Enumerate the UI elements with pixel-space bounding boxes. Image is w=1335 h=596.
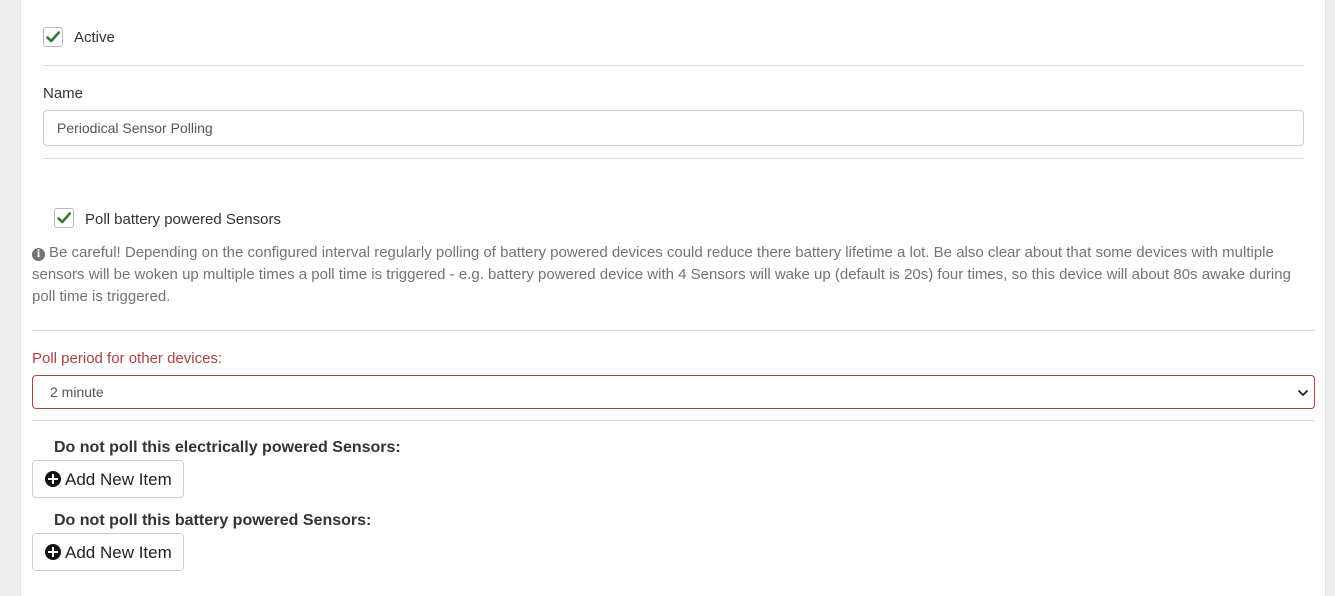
plus-circle-icon (45, 544, 61, 560)
poll-battery-label: Poll battery powered Sensors (85, 211, 281, 228)
name-label: Name (43, 85, 84, 102)
active-checkbox[interactable] (43, 27, 63, 47)
divider (43, 158, 1304, 159)
add-battery-item-label: Add New Item (65, 543, 172, 562)
poll-period-value: 2 minute (50, 384, 104, 400)
name-input-value: Periodical Sensor Polling (57, 120, 213, 136)
exclude-battery-label: Do not poll this battery powered Sensors… (54, 512, 372, 529)
active-label: Active (74, 29, 115, 46)
chevron-down-icon (1298, 390, 1308, 396)
divider (32, 330, 1315, 331)
info-icon: i (32, 248, 45, 261)
add-electric-item-label: Add New Item (65, 470, 172, 489)
divider (43, 65, 1304, 66)
add-battery-item-button[interactable]: Add New Item (32, 533, 184, 571)
exclude-electric-label: Do not poll this electrically powered Se… (54, 439, 401, 456)
checkmark-icon (57, 212, 72, 224)
add-electric-item-button[interactable]: Add New Item (32, 460, 184, 498)
battery-warning-text: i Be careful! Depending on the configured… (32, 242, 1317, 308)
name-input[interactable]: Periodical Sensor Polling (43, 110, 1304, 146)
divider (32, 420, 1315, 421)
plus-circle-icon (45, 471, 61, 487)
checkmark-icon (46, 31, 61, 43)
poll-battery-checkbox[interactable] (54, 208, 74, 228)
battery-warning-message: Be careful! Depending on the configured … (32, 244, 1291, 305)
poll-period-label: Poll period for other devices: (32, 350, 223, 367)
poll-period-select[interactable]: 2 minute (32, 375, 1315, 409)
